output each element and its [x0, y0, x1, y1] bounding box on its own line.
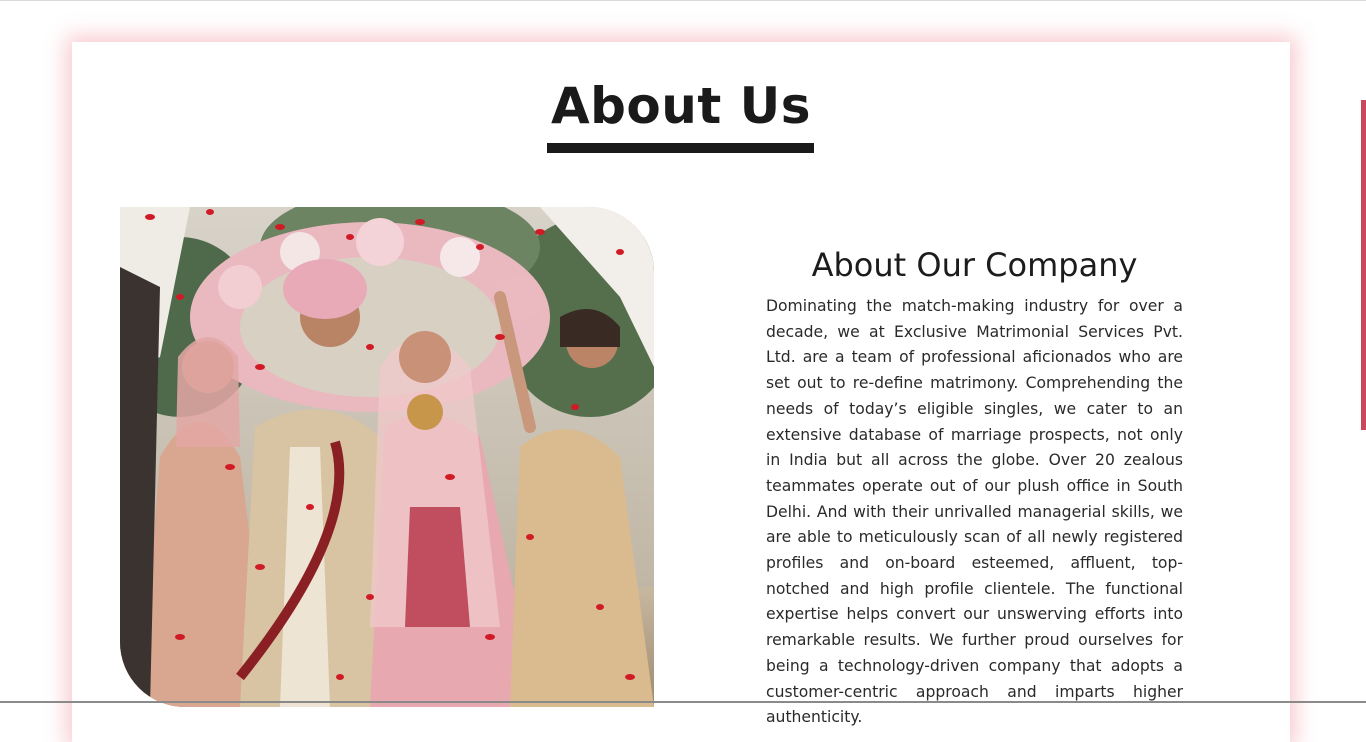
wedding-photo-illustration [120, 207, 654, 707]
title-underline [547, 143, 814, 153]
page-title: About Us [550, 77, 812, 135]
top-divider [0, 0, 1366, 1]
wedding-photo [120, 207, 654, 707]
scroll-indicator[interactable] [1361, 100, 1366, 430]
page-title-wrap: About Us [72, 72, 1290, 140]
about-company-block: About Our Company Dominating the match-m… [766, 242, 1183, 731]
about-section-card: About Us About Our Company Dominating th… [72, 42, 1290, 742]
company-heading: About Our Company [811, 246, 1138, 284]
company-description: Dominating the match-making industry for… [766, 297, 1183, 727]
